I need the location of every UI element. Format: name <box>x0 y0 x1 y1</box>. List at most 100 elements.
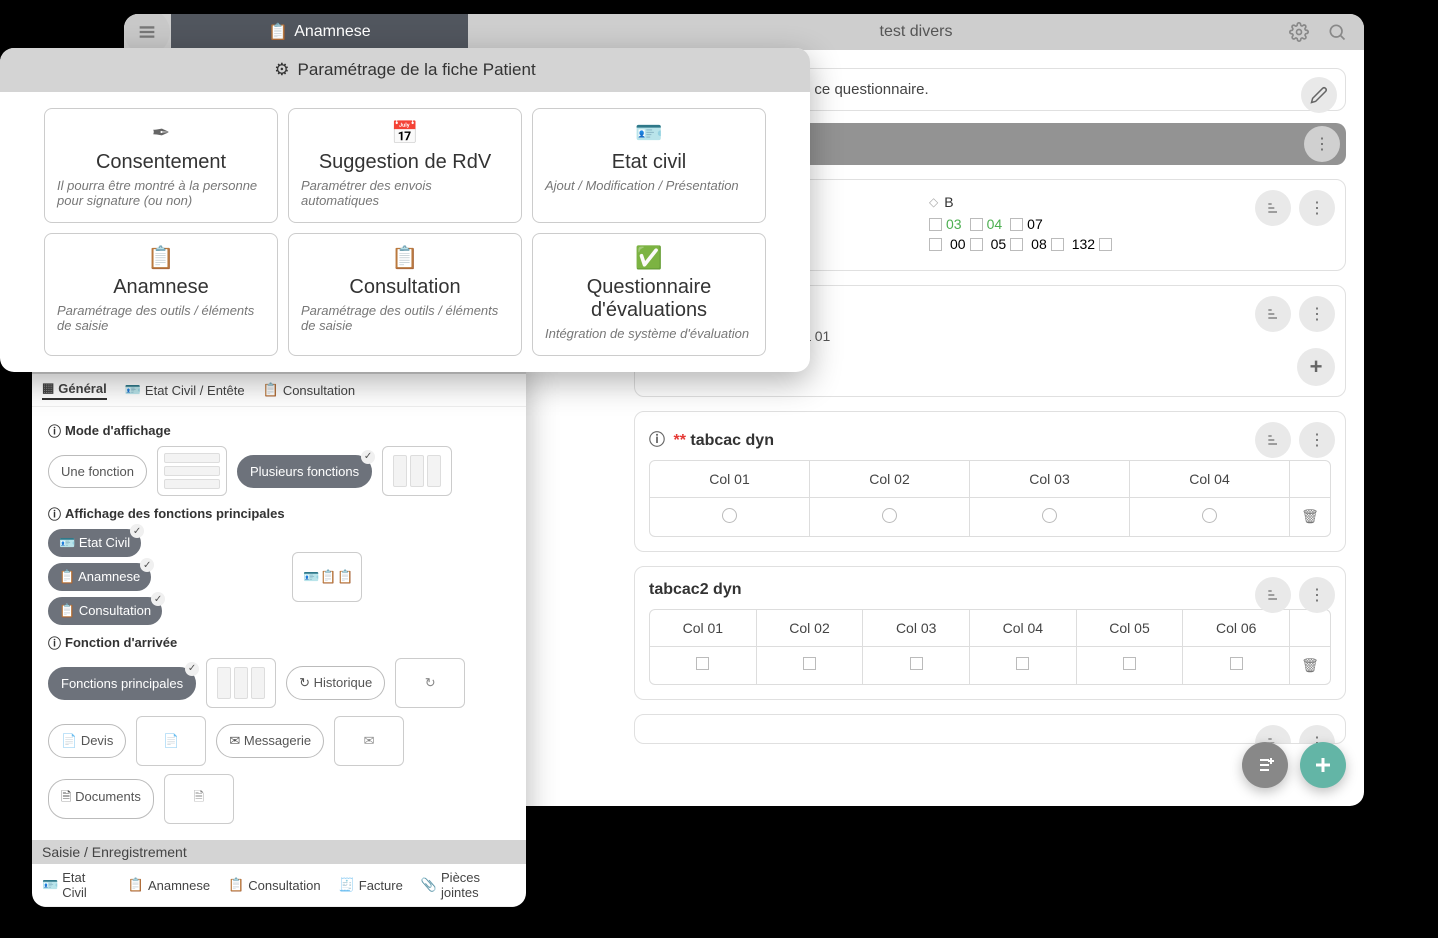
option-suggestion-rdv[interactable]: 📅 Suggestion de RdV Paramétrer des envoi… <box>288 108 522 223</box>
table-row: Col 01 Col 02 Col 03 Col 04 Col 05 Col 0… <box>650 610 1330 647</box>
tab-general[interactable]: ▦Général <box>42 380 107 400</box>
option-consultation[interactable]: 📋 Consultation Paramétrage des outils / … <box>288 233 522 356</box>
check-132[interactable]: 132 <box>1072 236 1112 252</box>
thumb-hist: ↻ <box>395 658 465 708</box>
check-07[interactable]: 07 <box>1010 216 1043 232</box>
card-tab1-title-text: tabcac dyn <box>690 432 774 449</box>
check-cell[interactable] <box>757 647 864 684</box>
info-icon[interactable]: ⓘ <box>48 633 61 652</box>
tabs-row-2: 🪪Etat Civil 📋Anamnese 📋Consultation 🧾Fac… <box>32 864 526 907</box>
check-cell[interactable] <box>863 647 970 684</box>
pill-messagerie[interactable]: ✉ Messagerie <box>216 724 324 758</box>
invoice-icon: 🧾 <box>339 877 355 893</box>
option-anamnese[interactable]: 📋 Anamnese Paramétrage des outils / élém… <box>44 233 278 356</box>
card-tab2-title: tabcac2 dyn <box>649 581 1331 599</box>
aff-label: ⓘAffichage des fonctions principales <box>48 504 510 523</box>
pill-anamnese[interactable]: 📋 Anamnese <box>48 563 151 591</box>
info-icon[interactable]: ⓘ <box>48 504 61 523</box>
pill-fonctions-principales[interactable]: Fonctions principales <box>48 667 196 700</box>
col-header: Col 03 <box>970 461 1130 497</box>
thumb-aff: 🪪📋📋 <box>292 552 362 602</box>
option-title: Anamnese <box>57 276 265 299</box>
option-questionnaire[interactable]: ✅ Questionnaire d'évaluations Intégratio… <box>532 233 766 356</box>
tab2-pieces[interactable]: 📎Pièces jointes <box>421 870 516 900</box>
option-desc: Paramétrage des outils / éléments de sai… <box>301 303 509 333</box>
info-icon[interactable]: ⓘ <box>48 421 61 440</box>
option-consentement[interactable]: ✒ Consentement Il pourra être montré à l… <box>44 108 278 223</box>
col-header: Col 01 <box>650 461 810 497</box>
pill-one-function[interactable]: Une fonction <box>48 455 147 488</box>
arrive-row-2: 📄 Devis 📄 ✉ Messagerie ✉ <box>48 716 510 766</box>
option-desc: Ajout / Modification / Présentation <box>545 178 753 193</box>
fab-list[interactable] <box>1242 742 1288 788</box>
grid-icon: ▦ <box>42 380 54 396</box>
sort-icon[interactable] <box>1255 577 1291 613</box>
check-extra[interactable] <box>929 238 942 251</box>
arrive-label: ⓘFonction d'arrivée <box>48 633 510 652</box>
section-header-2: Saisie / Enregistrement <box>32 840 526 864</box>
check-cell[interactable] <box>650 647 757 684</box>
person-icon: ◇ <box>929 195 938 209</box>
pill-consultation[interactable]: 📋 Consultation <box>48 597 162 625</box>
trash-icon[interactable]: 🗑 <box>1290 647 1330 684</box>
radio-cell[interactable] <box>1130 498 1290 536</box>
tab-etat-civil[interactable]: 🪪Etat Civil / Entête <box>125 380 245 400</box>
table-row: 🗑 <box>650 498 1330 536</box>
tab-anamnese[interactable]: 📋 Anamnese <box>171 14 468 50</box>
popover-title: Paramétrage de la fiche Patient <box>298 60 536 80</box>
settings-popover: ⚙ Paramétrage de la fiche Patient ✒ Cons… <box>0 48 810 372</box>
paste-icon: 📋 <box>301 244 509 272</box>
settings-icon[interactable] <box>1284 17 1314 47</box>
popover-header: ⚙ Paramétrage de la fiche Patient <box>0 48 810 92</box>
sort-icon[interactable] <box>1255 422 1291 458</box>
option-title: Suggestion de RdV <box>301 151 509 174</box>
sort-icon[interactable] <box>1255 190 1291 226</box>
add-button[interactable]: + <box>1297 348 1335 386</box>
radio-cell[interactable] <box>810 498 970 536</box>
search-icon[interactable] <box>1322 17 1352 47</box>
check-cell[interactable] <box>1183 647 1290 684</box>
pill-devis[interactable]: 📄 Devis <box>48 724 126 758</box>
pill-documents[interactable]: 🗎 Documents <box>48 779 154 819</box>
doc-icon: 📄 <box>61 733 77 748</box>
fab-add[interactable] <box>1300 742 1346 788</box>
more-icon[interactable]: ⋮ <box>1299 296 1335 332</box>
tab2-consultation[interactable]: 📋Consultation <box>228 870 320 900</box>
pill-many-functions[interactable]: Plusieurs fonctions <box>237 455 372 488</box>
radio-cell[interactable] <box>970 498 1130 536</box>
edit-button[interactable] <box>1301 77 1337 113</box>
calendar-icon: 📅 <box>301 119 509 147</box>
radio-cell[interactable] <box>650 498 810 536</box>
more-icon[interactable]: ⋮ <box>1299 190 1335 226</box>
label-b: B <box>944 194 953 210</box>
pill-etat-civil[interactable]: 🪪 Etat Civil <box>48 529 141 557</box>
check-08[interactable]: 08 <box>1031 236 1064 252</box>
check-cell[interactable] <box>1077 647 1184 684</box>
tabs-row-1: ▦Général 🪪Etat Civil / Entête 📋Consultat… <box>32 374 526 407</box>
check-04[interactable]: 04 <box>970 216 1003 232</box>
trash-icon[interactable]: 🗑 <box>1290 498 1330 536</box>
more-icon[interactable]: ⋮ <box>1299 577 1335 613</box>
tab2-facture[interactable]: 🧾Facture <box>339 870 403 900</box>
tab2-etat[interactable]: 🪪Etat Civil <box>42 870 110 900</box>
sort-icon[interactable] <box>1255 296 1291 332</box>
pill-historique[interactable]: ↻ Historique <box>286 666 385 700</box>
option-desc: Paramétrer des envois automatiques <box>301 178 509 208</box>
option-etat-civil[interactable]: 🪪 Etat civil Ajout / Modification / Prés… <box>532 108 766 223</box>
info-icon[interactable]: ⓘ <box>649 432 665 449</box>
tab-consultation[interactable]: 📋Consultation <box>263 380 355 400</box>
mode-label: ⓘMode d'affichage <box>48 421 510 440</box>
paste-icon: 📋 <box>228 877 244 893</box>
more-icon[interactable]: ⋮ <box>1304 126 1340 162</box>
more-icon[interactable]: ⋮ <box>1299 422 1335 458</box>
table-tab1: Col 01 Col 02 Col 03 Col 04 🗑 <box>649 460 1331 537</box>
check-00[interactable]: 00 <box>950 236 983 252</box>
check-cell[interactable] <box>970 647 1077 684</box>
header-title: test divers <box>468 23 1364 41</box>
check-03[interactable]: 03 <box>929 216 962 232</box>
thumb-one <box>157 446 227 496</box>
tab2-anamnese[interactable]: 📋Anamnese <box>128 870 210 900</box>
option-desc: Intégration de système d'évaluation <box>545 326 753 341</box>
col-header: Col 04 <box>1130 461 1290 497</box>
check-05[interactable]: 05 <box>991 236 1024 252</box>
